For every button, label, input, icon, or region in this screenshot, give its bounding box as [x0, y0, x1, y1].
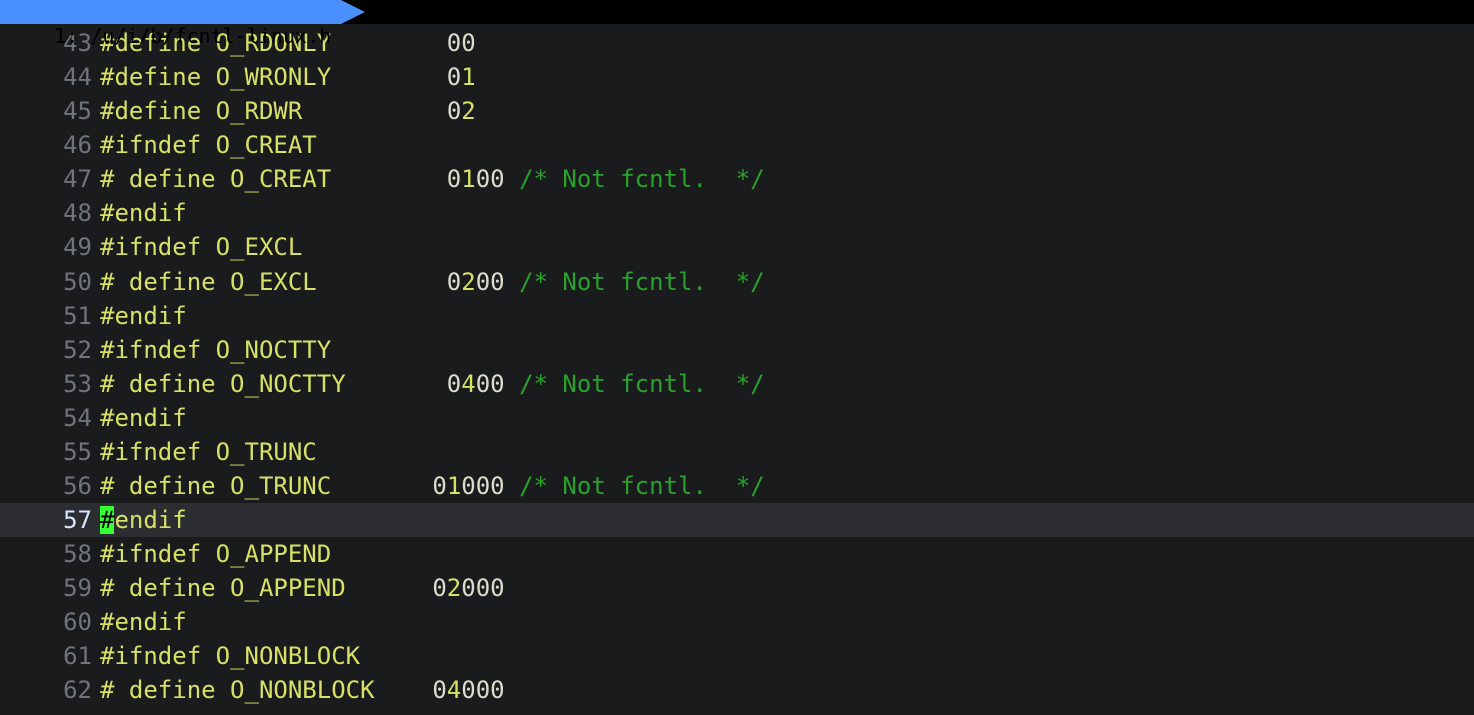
line-number: 46 — [0, 128, 100, 162]
tab-index: 1 — [54, 24, 66, 48]
code-line[interactable]: 49#ifndef O_EXCL — [0, 230, 1474, 264]
code-line[interactable]: 44#define O_WRONLY 01 — [0, 60, 1474, 94]
cursor: # — [100, 506, 114, 534]
line-number: 53 — [0, 367, 100, 401]
code-line[interactable]: 45#define O_RDWR 02 — [0, 94, 1474, 128]
code-line[interactable]: 62# define O_NONBLOCK 04000 — [0, 673, 1474, 707]
code-line[interactable]: 57#endif — [0, 503, 1474, 537]
line-number: 52 — [0, 333, 100, 367]
code-content: #define O_WRONLY 01 — [100, 60, 1474, 94]
code-content: # define O_NOCTTY 0400 /* Not fcntl. */ — [100, 367, 1474, 401]
code-line[interactable]: 47# define O_CREAT 0100 /* Not fcntl. */ — [0, 162, 1474, 196]
code-line[interactable]: 59# define O_APPEND 02000 — [0, 571, 1474, 605]
line-number: 48 — [0, 196, 100, 230]
code-line[interactable]: 53# define O_NOCTTY 0400 /* Not fcntl. *… — [0, 367, 1474, 401]
line-number: 49 — [0, 230, 100, 264]
code-line[interactable]: 48#endif — [0, 196, 1474, 230]
editor-viewport[interactable]: 43#define O_RDONLY 0044#define O_WRONLY … — [0, 26, 1474, 708]
line-number: 58 — [0, 537, 100, 571]
code-content: #endif — [100, 401, 1474, 435]
code-content: # define O_EXCL 0200 /* Not fcntl. */ — [100, 265, 1474, 299]
code-content: #endif — [100, 196, 1474, 230]
line-number: 59 — [0, 571, 100, 605]
code-line[interactable]: 54#endif — [0, 401, 1474, 435]
code-content: #endif — [100, 299, 1474, 333]
code-line[interactable]: 60#endif — [0, 605, 1474, 639]
code-content: #ifndef O_CREAT — [100, 128, 1474, 162]
code-line[interactable]: 56# define O_TRUNC 01000 /* Not fcntl. *… — [0, 469, 1474, 503]
line-number: 54 — [0, 401, 100, 435]
code-line[interactable]: 58#ifndef O_APPEND — [0, 537, 1474, 571]
code-line[interactable]: 55#ifndef O_TRUNC — [0, 435, 1474, 469]
line-number: 56 — [0, 469, 100, 503]
code-content: #ifndef O_TRUNC — [100, 435, 1474, 469]
code-line[interactable]: 61#ifndef O_NONBLOCK — [0, 639, 1474, 673]
line-number: 57 — [0, 503, 100, 537]
line-number: 62 — [0, 673, 100, 707]
code-line[interactable]: 50# define O_EXCL 0200 /* Not fcntl. */ — [0, 265, 1474, 299]
code-content: #ifndef O_NONBLOCK — [100, 639, 1474, 673]
code-content: #define O_RDWR 02 — [100, 94, 1474, 128]
code-content: #ifndef O_NOCTTY — [100, 333, 1474, 367]
line-number: 50 — [0, 265, 100, 299]
line-number: 45 — [0, 94, 100, 128]
code-content: # define O_APPEND 02000 — [100, 571, 1474, 605]
code-content: #ifndef O_EXCL — [100, 230, 1474, 264]
code-content: #endif — [100, 503, 1474, 537]
code-content: # define O_CREAT 0100 /* Not fcntl. */ — [100, 162, 1474, 196]
code-content: # define O_NONBLOCK 04000 — [100, 673, 1474, 707]
tab-path: /u/i/b/fcntl-linux.h — [90, 24, 331, 48]
tab-file[interactable]: 1: /u/i/b/fcntl-linux.h — [0, 0, 341, 24]
line-number: 47 — [0, 162, 100, 196]
line-number: 51 — [0, 299, 100, 333]
code-content: # define O_TRUNC 01000 /* Not fcntl. */ — [100, 469, 1474, 503]
line-number: 60 — [0, 605, 100, 639]
code-line[interactable]: 52#ifndef O_NOCTTY — [0, 333, 1474, 367]
code-content: #endif — [100, 605, 1474, 639]
code-line[interactable]: 51#endif — [0, 299, 1474, 333]
line-number: 55 — [0, 435, 100, 469]
code-line[interactable]: 46#ifndef O_CREAT — [0, 128, 1474, 162]
code-content: #ifndef O_APPEND — [100, 537, 1474, 571]
tab-bar: 1: /u/i/b/fcntl-linux.h — [0, 0, 1474, 24]
line-number: 61 — [0, 639, 100, 673]
